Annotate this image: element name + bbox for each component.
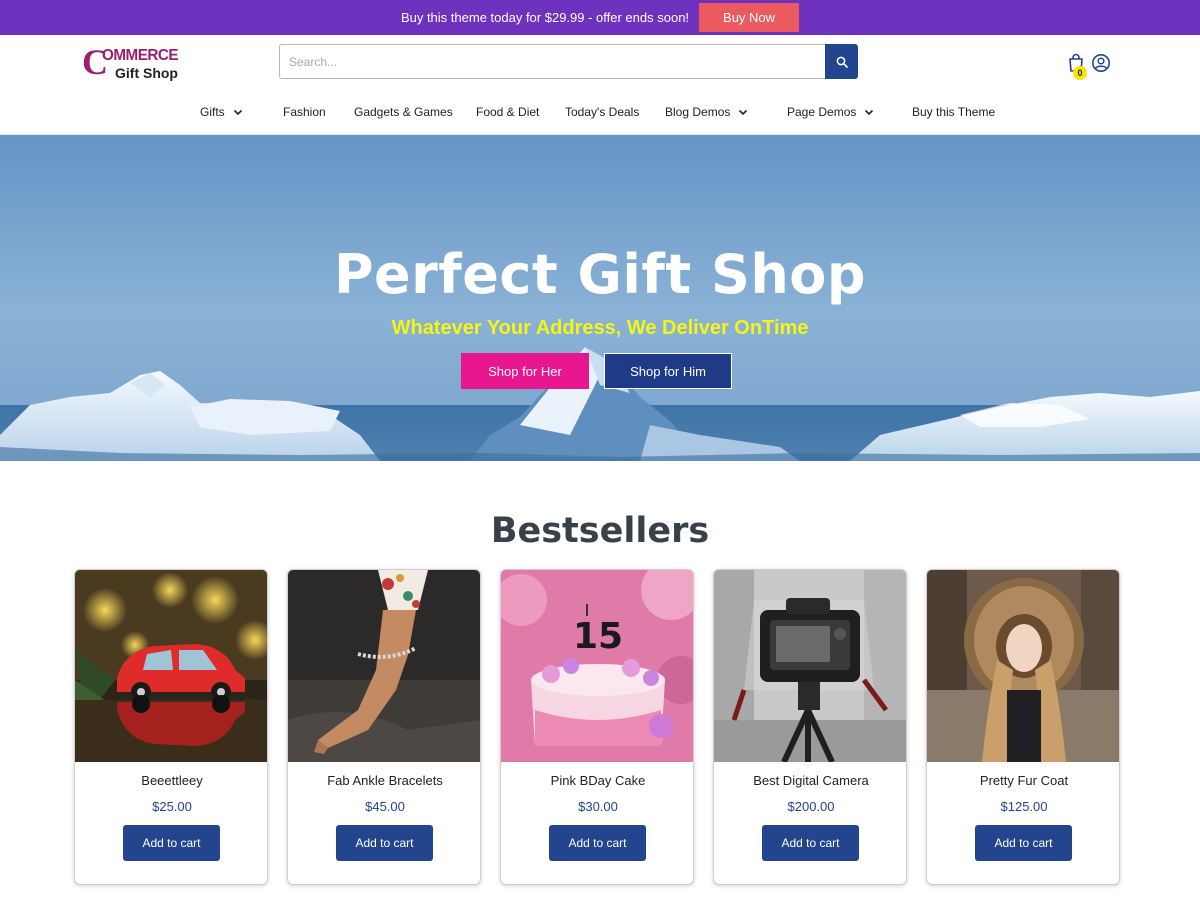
hero-subtitle: Whatever Your Address, We Deliver OnTime [391,317,809,339]
product-name[interactable]: Fab Ankle Bracelets [288,773,480,788]
nav-item-page-demos[interactable]: Page Demos [787,99,874,125]
nav-item-food-diet[interactable]: Food & Diet [476,99,539,125]
nav-item-fashion[interactable]: Fashion [283,99,326,125]
product-price: $25.00 [152,799,192,814]
nav-item-gadgets-games[interactable]: Gadgets & Games [354,99,453,125]
product-image[interactable] [714,570,906,762]
product-name[interactable]: Pretty Fur Coat [927,773,1119,788]
add-to-cart-button[interactable]: Add to cart [549,825,646,861]
product-image[interactable] [927,570,1119,762]
shop-for-him-button[interactable]: Shop for Him [604,353,732,389]
product-image[interactable] [288,570,480,762]
add-to-cart-button[interactable]: Add to cart [975,825,1072,861]
product-card: Best Digital Camera $200.00 Add to cart [713,569,907,885]
product-price: $125.00 [1000,799,1048,814]
nav-item-label: Fashion [283,105,326,119]
product-name[interactable]: Beeettleey [75,773,267,788]
chevron-down-icon [738,109,748,116]
product-price: $30.00 [578,799,618,814]
promo-text: Buy this theme today for $29.99 - offer … [400,10,690,25]
chevron-down-icon [233,109,243,116]
nav-item-gifts[interactable]: Gifts [200,99,243,125]
logo-tagline: Gift Shop [115,65,178,81]
nav-item-label: Food & Diet [476,105,540,119]
product-card: Fab Ankle Bracelets $45.00 Add to cart [287,569,481,885]
search-button[interactable] [825,44,858,79]
nav-item-label: Gadgets & Games [354,105,453,119]
nav-item-label: Buy this Theme [912,105,996,119]
product-name[interactable]: Pink BDay Cake [501,773,693,788]
nav-item-buy-theme[interactable]: Buy this Theme [912,99,995,125]
nav-item-label: Today's Deals [565,105,640,119]
nav-item-todays-deals[interactable]: Today's Deals [565,99,639,125]
user-circle-icon [1092,54,1110,72]
add-to-cart-button[interactable]: Add to cart [762,825,859,861]
product-card: 15 Pink BDay Cake $30.00 Add to cart [500,569,694,885]
cart-count-badge: 0 [1073,66,1087,80]
chevron-down-icon [864,109,874,116]
add-to-cart-button[interactable]: Add to cart [123,825,220,861]
cart-button[interactable]: 0 [1066,52,1088,80]
product-card: Beeettleey $25.00 Add to cart [74,569,268,885]
product-grid: Beeettleey $25.00 Add to cart Fab Ankle … [74,569,1120,885]
nav-item-blog-demos[interactable]: Blog Demos [665,99,748,125]
nav-item-label: Gifts [200,105,225,119]
buy-now-button[interactable]: Buy Now [699,3,800,32]
search-icon [836,56,848,68]
product-image[interactable]: 15 [501,570,693,762]
bestsellers-title: Bestsellers [490,511,710,551]
product-card: Pretty Fur Coat $125.00 Add to cart [926,569,1120,885]
search-bar [279,44,858,79]
nav-item-label: Blog Demos [665,105,731,119]
product-name[interactable]: Best Digital Camera [714,773,906,788]
account-button[interactable] [1091,53,1111,73]
nav-item-label: Page Demos [787,105,857,119]
product-price: $45.00 [365,799,405,814]
site-header: C OMMERCE Gift Shop 0 Gifts [0,35,1200,135]
main-nav: Gifts Fashion Gadgets & Games Food & Die… [0,99,1200,125]
site-logo[interactable]: C OMMERCE Gift Shop [82,42,192,84]
logo-wordmark: OMMERCE [102,47,179,64]
product-price: $200.00 [787,799,835,814]
hero-banner: Perfect Gift Shop Whatever Your Address,… [0,135,1200,461]
hero-title: Perfect Gift Shop [333,243,867,306]
svg-text:15: 15 [573,616,623,657]
add-to-cart-button[interactable]: Add to cart [336,825,433,861]
promo-bar: Buy this theme today for $29.99 - offer … [0,0,1200,35]
product-image[interactable] [75,570,267,762]
shop-for-her-button[interactable]: Shop for Her [461,353,589,389]
search-input[interactable] [279,44,825,79]
